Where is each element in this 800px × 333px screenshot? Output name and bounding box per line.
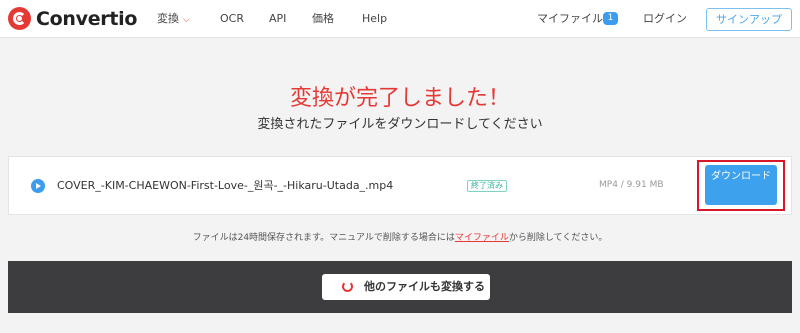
page-title: 変換が完了しました！ [289,86,510,111]
signup-button[interactable]: サインアップ [706,8,792,31]
page-subtitle: 変換されたファイルをダウンロードしてください [257,117,543,132]
my-files-link[interactable]: マイファイル [455,233,509,243]
nav-convert-menu[interactable]: 変換 ⌵ [157,12,190,27]
status-badge: 終了済み [467,180,507,192]
top-navbar: Convertio 変換 ⌵ OCR API 価格 Help マイファイル 1 ロ… [0,0,800,38]
my-files-count-badge: 1 [603,12,618,25]
nav-ocr[interactable]: OCR [220,12,244,26]
storage-notice: ファイルは24時間保存されます。マニュアルで削除する場合にはマイファイルから削除… [8,215,792,261]
convert-more-band: 他のファイルも変換する [8,261,792,313]
download-button[interactable]: ダウンロード [705,165,777,205]
nav-help[interactable]: Help [362,12,387,26]
chevron-down-icon: ⌵ [183,15,190,25]
nav-price[interactable]: 価格 [312,12,334,26]
nav-my-files[interactable]: マイファイル [537,12,603,26]
logo-icon [8,7,31,30]
convert-more-button[interactable]: 他のファイルも変換する [322,274,490,300]
file-row: COVER_-KIM-CHAEWON-First-Love-_원곡-_-Hika… [8,156,792,215]
convertio-logo[interactable]: Convertio [8,7,137,30]
nav-convert-label: 変換 [157,12,179,25]
notice-text-before: ファイルは24時間保存されます。マニュアルで削除する場合には [192,233,455,243]
logo-text: Convertio [36,7,138,30]
nav-api[interactable]: API [269,12,286,26]
file-meta: MP4 / 9.91 MB [599,180,664,190]
refresh-icon [342,281,353,292]
nav-login[interactable]: ログイン [643,12,687,26]
play-icon[interactable] [31,179,45,193]
notice-text-after: から削除してください。 [508,233,608,243]
convert-more-label: 他のファイルも変換する [364,280,485,293]
file-name: COVER_-KIM-CHAEWON-First-Love-_원곡-_-Hika… [57,179,394,192]
